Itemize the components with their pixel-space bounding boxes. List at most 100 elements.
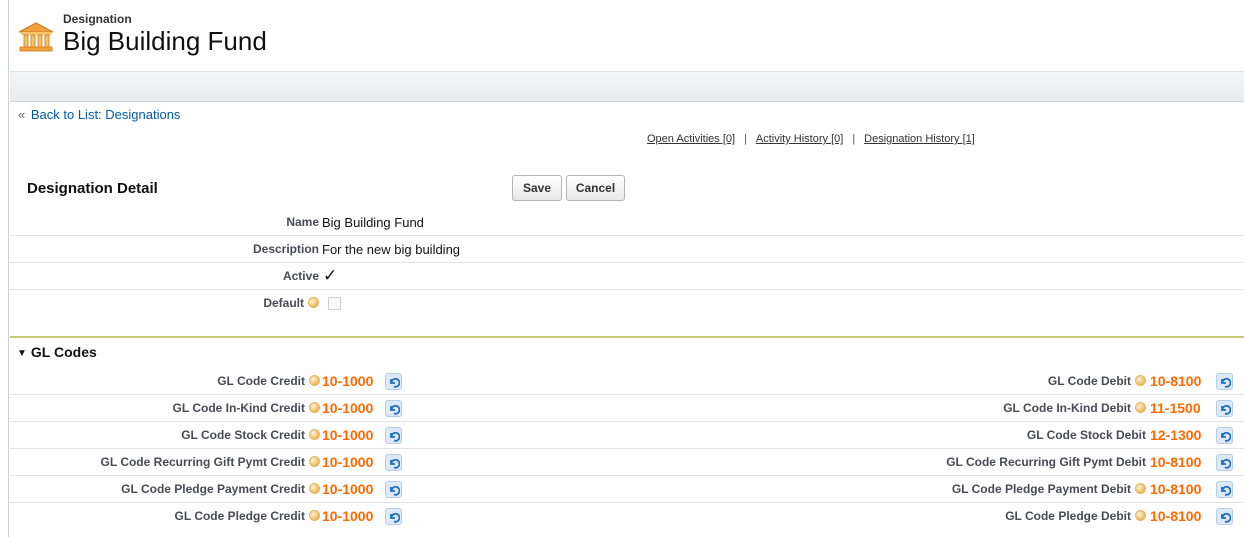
undo-icon[interactable] bbox=[1216, 427, 1233, 444]
help-icon[interactable] bbox=[309, 402, 320, 413]
field-label: Description bbox=[252, 242, 319, 256]
related-list-links: Open Activities [0] | Activity History [0]… bbox=[647, 133, 975, 145]
section-title: GL Codes bbox=[30, 344, 97, 360]
gl-code-row: GL Code Pledge Payment Credit 10-1000 GL C… bbox=[10, 476, 1244, 503]
gl-code-label-text: GL Code Stock Debit bbox=[1026, 428, 1146, 442]
page-title: Big Building Fund bbox=[63, 26, 267, 56]
gl-code-label-text: GL Code Recurring Gift Pymt Debit bbox=[946, 455, 1146, 469]
undo-icon[interactable] bbox=[385, 427, 402, 444]
help-icon[interactable] bbox=[1135, 375, 1146, 386]
field-value[interactable]: For the new big building bbox=[322, 242, 460, 257]
field-row-name: Name Big Building Fund bbox=[10, 209, 1244, 236]
help-icon[interactable] bbox=[309, 510, 320, 521]
gl-code-label-text: GL Code Pledge Debit bbox=[1005, 509, 1131, 523]
back-to-list-link[interactable]: « Back to List: Designations bbox=[18, 107, 180, 122]
back-to-list-label: Back to List: Designations bbox=[30, 107, 181, 122]
field-row-active: Active ✓ bbox=[10, 263, 1244, 290]
gl-code-label-text: GL Code Debit bbox=[1047, 374, 1131, 388]
help-icon[interactable] bbox=[1135, 483, 1146, 494]
default-checkbox[interactable] bbox=[328, 297, 341, 310]
field-label: Active bbox=[282, 269, 319, 283]
gl-code-label: GL Code Pledge Debit bbox=[1005, 509, 1146, 523]
triangle-down-icon: ▼ bbox=[17, 348, 27, 359]
gl-code-label: GL Code Stock Credit bbox=[181, 428, 320, 442]
gl-code-label: GL Code Stock Debit bbox=[1027, 428, 1146, 442]
help-icon[interactable] bbox=[308, 297, 319, 308]
gl-codes-section-toggle[interactable]: ▼ GL Codes bbox=[17, 344, 97, 360]
undo-icon[interactable] bbox=[385, 400, 402, 417]
gl-code-value[interactable]: 10-8100 bbox=[1150, 454, 1201, 470]
gl-code-label: GL Code Pledge Payment Debit bbox=[952, 482, 1146, 496]
gl-code-label: GL Code Debit bbox=[1048, 374, 1146, 388]
separator: | bbox=[744, 133, 747, 145]
double-left-arrow-icon: « bbox=[18, 107, 26, 122]
gl-codes-table: GL Code Credit 10-1000 GL Code Debit 10-810… bbox=[10, 368, 1244, 530]
gl-code-row: GL Code Recurring Gift Pymt Credit 10-100… bbox=[10, 449, 1244, 476]
gl-code-value[interactable]: 10-1000 bbox=[322, 373, 373, 389]
gl-code-label: GL Code Pledge Payment Credit bbox=[121, 482, 320, 496]
cancel-button[interactable]: Cancel bbox=[566, 175, 625, 201]
undo-icon[interactable] bbox=[1216, 508, 1233, 525]
separator: | bbox=[852, 133, 856, 145]
gl-code-label: GL Code Pledge Credit bbox=[175, 509, 320, 523]
gl-code-label: GL Code Recurring Gift Pymt Credit bbox=[101, 455, 320, 469]
gl-code-row: GL Code Pledge Credit 10-1000 GL Code Pled… bbox=[10, 503, 1244, 530]
gl-code-value[interactable]: 10-8100 bbox=[1150, 481, 1201, 497]
gl-code-row: GL Code Stock Credit 10-1000 GL Code Stock… bbox=[10, 422, 1244, 449]
section-divider bbox=[10, 336, 1244, 338]
gl-code-label: GL Code Recurring Gift Pymt Debit bbox=[946, 455, 1146, 469]
undo-icon[interactable] bbox=[385, 508, 402, 525]
gl-code-value[interactable]: 10-1000 bbox=[322, 400, 373, 416]
field-label: Default bbox=[263, 296, 304, 310]
undo-icon[interactable] bbox=[385, 454, 402, 471]
gl-code-label-text: GL Code In-Kind Debit bbox=[1003, 401, 1131, 415]
gl-code-label-text: GL Code In-Kind Credit bbox=[172, 401, 305, 415]
undo-icon[interactable] bbox=[385, 481, 402, 498]
gl-code-value[interactable]: 10-1000 bbox=[322, 427, 373, 443]
object-type-label: Designation bbox=[63, 12, 132, 26]
undo-icon[interactable] bbox=[1216, 481, 1233, 498]
gl-code-row: GL Code Credit 10-1000 GL Code Debit 10-810… bbox=[10, 368, 1244, 395]
designation-history-link[interactable]: Designation History [1] bbox=[864, 133, 975, 145]
undo-icon[interactable] bbox=[1216, 454, 1233, 471]
toolbar-ribbon bbox=[10, 71, 1244, 102]
detail-fields: Name Big Building Fund Description For t… bbox=[10, 209, 1244, 317]
gl-code-value[interactable]: 10-8100 bbox=[1150, 508, 1201, 524]
help-icon[interactable] bbox=[309, 429, 320, 440]
gl-code-value[interactable]: 10-1000 bbox=[322, 454, 373, 470]
detail-section-title: Designation Detail bbox=[27, 180, 158, 197]
gl-code-value[interactable]: 12-1300 bbox=[1150, 427, 1201, 443]
help-icon[interactable] bbox=[309, 375, 320, 386]
save-button[interactable]: Save bbox=[512, 175, 562, 201]
help-icon[interactable] bbox=[309, 456, 320, 467]
gl-code-row: GL Code In-Kind Credit 10-1000 GL Code In-… bbox=[10, 395, 1244, 422]
gl-code-label-text: GL Code Pledge Credit bbox=[174, 509, 305, 523]
open-activities-link[interactable]: Open Activities [0] bbox=[647, 133, 735, 145]
gl-code-value[interactable]: 10-1000 bbox=[322, 481, 373, 497]
help-icon[interactable] bbox=[1135, 510, 1146, 521]
gl-code-label-text: GL Code Pledge Payment Debit bbox=[951, 482, 1131, 496]
help-icon[interactable] bbox=[309, 483, 320, 494]
gl-code-label-text: GL Code Credit bbox=[217, 374, 305, 388]
bank-building-icon bbox=[18, 22, 54, 52]
checkmark-icon[interactable]: ✓ bbox=[323, 266, 337, 286]
gl-code-value[interactable]: 10-8100 bbox=[1150, 373, 1201, 389]
gl-code-value[interactable]: 11-1500 bbox=[1150, 400, 1201, 416]
undo-icon[interactable] bbox=[1216, 373, 1233, 390]
field-row-default: Default bbox=[10, 290, 1244, 317]
undo-icon[interactable] bbox=[385, 373, 402, 390]
gl-code-label: GL Code Credit bbox=[217, 374, 320, 388]
activity-history-link[interactable]: Activity History [0] bbox=[756, 133, 843, 145]
field-value[interactable]: Big Building Fund bbox=[322, 215, 424, 230]
gl-code-label: GL Code In-Kind Credit bbox=[173, 401, 320, 415]
gl-code-label-text: GL Code Recurring Gift Pymt Credit bbox=[100, 455, 305, 469]
help-icon[interactable] bbox=[1135, 402, 1146, 413]
field-label: Name bbox=[286, 215, 319, 229]
gl-code-label-text: GL Code Pledge Payment Credit bbox=[121, 482, 305, 496]
gl-code-label: GL Code In-Kind Debit bbox=[1003, 401, 1146, 415]
field-row-description: Description For the new big building bbox=[10, 236, 1244, 263]
field-label-with-help: Default bbox=[263, 296, 319, 310]
gl-code-value[interactable]: 10-1000 bbox=[322, 508, 373, 524]
gl-code-label-text: GL Code Stock Credit bbox=[181, 428, 305, 442]
undo-icon[interactable] bbox=[1216, 400, 1233, 417]
